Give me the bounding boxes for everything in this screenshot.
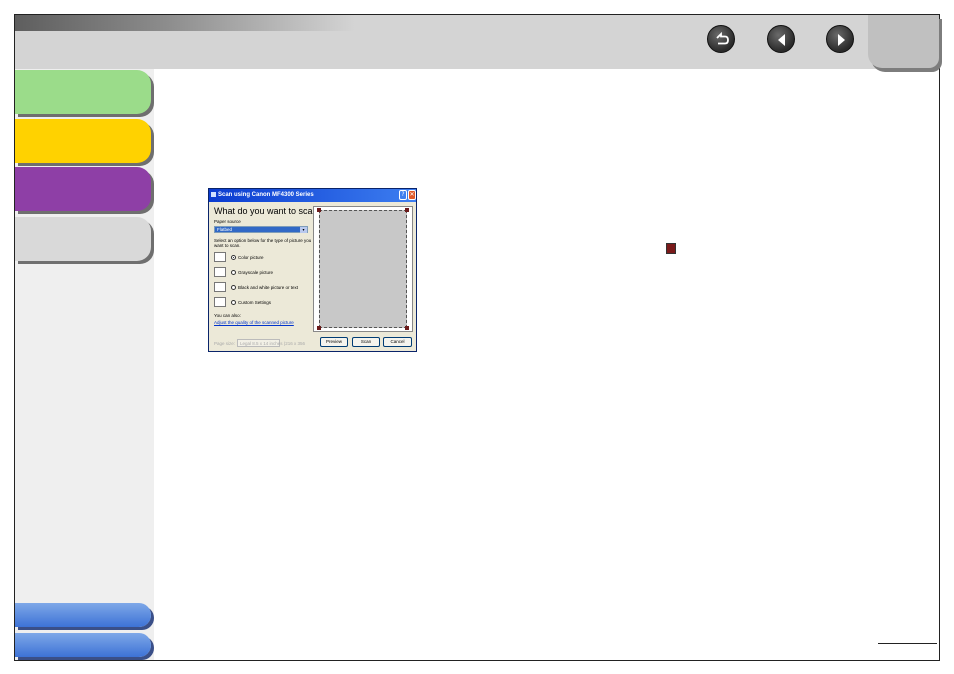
crop-handle[interactable] — [317, 326, 321, 330]
sidebar-bottom-tab-1[interactable] — [15, 603, 151, 627]
dialog-heading: What do you want to scan? — [214, 206, 323, 216]
grayscale-picture-radio[interactable] — [231, 270, 236, 275]
color-picture-icon — [214, 252, 226, 262]
custom-settings-radio[interactable] — [231, 300, 236, 305]
black-white-radio[interactable] — [231, 285, 236, 290]
close-button[interactable]: ✕ — [408, 190, 416, 200]
dialog-title-bar: Scan using Canon MF4300 Series ? ✕ — [209, 189, 416, 202]
paper-source-label: Paper source — [214, 219, 241, 224]
next-page-button[interactable] — [826, 25, 854, 53]
chevron-down-icon: ▾ — [300, 227, 307, 233]
page-size-label: Page size: — [214, 341, 236, 346]
help-button[interactable]: ? — [399, 190, 407, 200]
dialog-title: Scan using Canon MF4300 Series — [218, 192, 314, 198]
grayscale-picture-icon — [214, 267, 226, 277]
previous-page-button[interactable] — [767, 25, 795, 53]
back-button[interactable] — [707, 25, 735, 53]
crop-handle[interactable] — [405, 326, 409, 330]
top-right-tab[interactable] — [868, 15, 939, 68]
option-label: Color picture — [238, 255, 264, 260]
paper-source-select[interactable]: Flatbed ▾ — [214, 226, 308, 233]
sidebar-tab-purple[interactable] — [15, 167, 151, 211]
sidebar-tab-gray[interactable] — [15, 217, 151, 261]
top-bar-accent — [15, 15, 355, 31]
scanner-icon — [211, 192, 216, 197]
scan-preview-area[interactable] — [319, 210, 407, 328]
sidebar-tab-yellow[interactable] — [15, 119, 151, 163]
scan-button[interactable]: Scan — [352, 337, 380, 347]
option-label: Grayscale picture — [238, 270, 274, 275]
page-size-select[interactable]: Legal 8.5 x 14 inches (216 x 356 — [237, 339, 305, 347]
adjust-quality-link[interactable]: Adjust the quality of the scanned pictur… — [214, 320, 294, 325]
color-picture-radio[interactable] — [231, 255, 236, 260]
black-white-picture-icon — [214, 282, 226, 292]
page-number-rule — [878, 643, 937, 644]
sidebar-tab-green[interactable] — [15, 70, 151, 114]
option-label: Black and white picture or text — [238, 285, 299, 290]
scan-dialog: Scan using Canon MF4300 Series ? ✕ What … — [208, 188, 417, 352]
instruction-line-2: want to scan. — [214, 243, 241, 248]
scan-preview-pane — [313, 206, 413, 332]
crop-handle[interactable] — [317, 208, 321, 212]
sidebar-bottom-tab-2[interactable] — [15, 633, 151, 657]
cancel-button[interactable]: Cancel — [383, 337, 412, 347]
page-size-value: Legal 8.5 x 14 inches (216 x 356 — [240, 341, 306, 346]
red-marker-icon — [666, 243, 676, 254]
also-label: You can also: — [214, 313, 241, 318]
back-arrow-icon — [716, 31, 729, 45]
previous-page-icon — [778, 34, 785, 46]
next-page-icon — [838, 34, 845, 46]
preview-button[interactable]: Preview — [320, 337, 348, 347]
paper-source-value: Flatbed — [217, 227, 233, 232]
crop-handle[interactable] — [405, 208, 409, 212]
option-label: Custom Settings — [238, 300, 272, 305]
custom-settings-icon — [214, 297, 226, 307]
